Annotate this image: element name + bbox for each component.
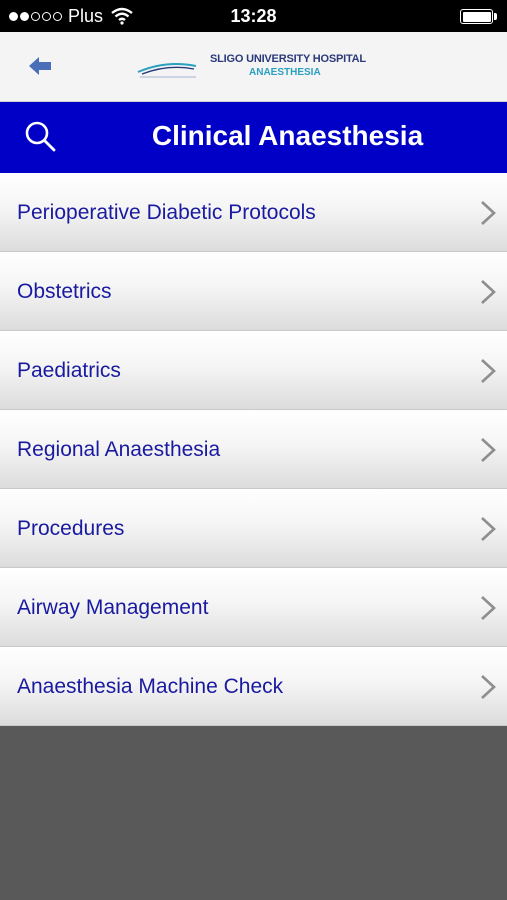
chevron-right-icon <box>481 596 496 620</box>
chevron-right-icon <box>481 675 496 699</box>
chevron-right-icon <box>481 280 496 304</box>
chevron-right-icon <box>481 359 496 383</box>
menu-item-label: Regional Anaesthesia <box>17 438 221 461</box>
menu-item-obstetrics[interactable]: Obstetrics <box>0 252 507 331</box>
chevron-right-icon <box>481 517 496 541</box>
page-title: Clinical Anaesthesia <box>151 120 424 151</box>
hospital-logo: SLIGO UNIVERSITY HOSPITAL ANAESTHESIA <box>136 50 376 84</box>
logo-department: ANAESTHESIA <box>249 67 321 78</box>
battery-icon <box>460 9 497 24</box>
title-bar: Clinical Anaesthesia <box>0 102 507 173</box>
arrow-left-icon <box>29 57 51 75</box>
navigation-bar: SLIGO UNIVERSITY HOSPITAL ANAESTHESIA <box>0 32 507 102</box>
menu-item-airway-management[interactable]: Airway Management <box>0 568 507 647</box>
status-bar: Plus 13:28 <box>0 0 507 32</box>
menu-item-perioperative-diabetic-protocols[interactable]: Perioperative Diabetic Protocols <box>0 173 507 252</box>
menu-item-label: Procedures <box>17 517 125 540</box>
menu-item-label: Perioperative Diabetic Protocols <box>17 201 316 224</box>
menu-item-label: Paediatrics <box>17 359 121 382</box>
logo-swoosh-icon <box>137 63 197 78</box>
status-time: 13:28 <box>230 6 277 26</box>
menu-item-procedures[interactable]: Procedures <box>0 489 507 568</box>
logo-hospital-name: SLIGO UNIVERSITY HOSPITAL <box>210 53 366 65</box>
menu-item-label: Anaesthesia Machine Check <box>17 675 284 698</box>
menu-item-paediatrics[interactable]: Paediatrics <box>0 331 507 410</box>
menu-item-anaesthesia-machine-check[interactable]: Anaesthesia Machine Check <box>0 647 507 726</box>
menu-item-label: Obstetrics <box>17 280 112 303</box>
empty-background <box>0 727 507 900</box>
menu-list: Perioperative Diabetic Protocols Obstetr… <box>0 173 507 726</box>
menu-item-label: Airway Management <box>17 596 209 619</box>
menu-item-regional-anaesthesia[interactable]: Regional Anaesthesia <box>0 410 507 489</box>
back-button[interactable] <box>22 50 58 82</box>
chevron-right-icon <box>481 201 496 225</box>
chevron-right-icon <box>481 438 496 462</box>
